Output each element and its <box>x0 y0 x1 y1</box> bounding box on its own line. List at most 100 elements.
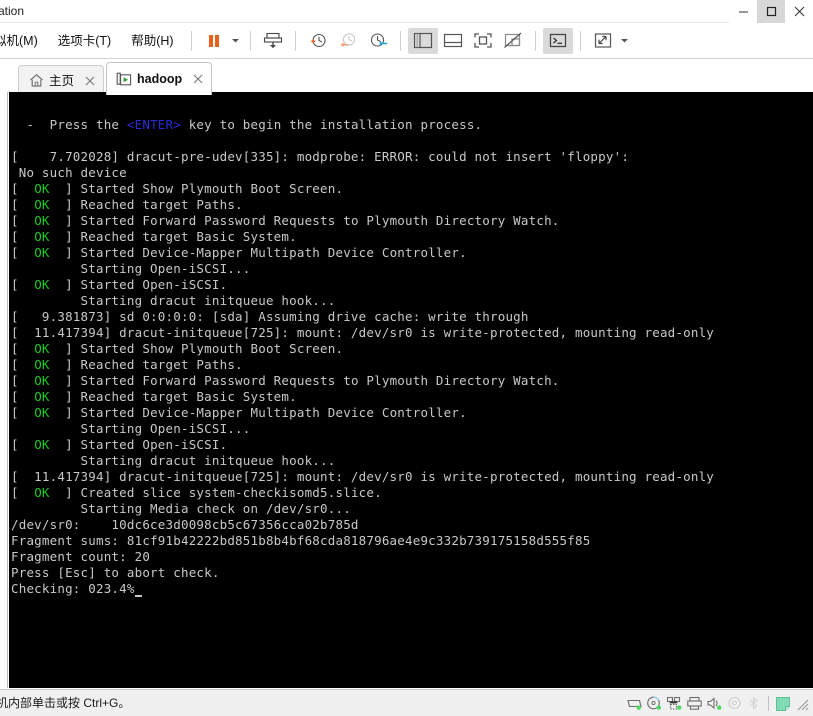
maximize-button[interactable] <box>757 0 785 23</box>
home-icon <box>28 73 44 89</box>
clock-revert-icon <box>340 32 355 47</box>
terminal-line: Starting dracut initqueue hook... <box>11 453 336 468</box>
menu-toolbar: 拟机(M) 选项卡(T) 帮助(H) <box>0 23 813 59</box>
vm-console-area: - Press the <ENTER> key to begin the ins… <box>0 92 813 688</box>
terminal-line: [ 11.417394] dracut-initqueue[725]: moun… <box>11 325 715 340</box>
clock-wrench-icon <box>370 32 387 47</box>
guest-console-terminal[interactable]: - Press the <ENTER> key to begin the ins… <box>9 92 813 688</box>
terminal-line: [ 9.381873] sd 0:0:0:0: [sda] Assuming d… <box>11 309 529 324</box>
toolbar-separator <box>399 30 401 51</box>
vmware-workstation-window: ation 拟机(M) 选项卡(T) 帮助(H) 主页 hadoop - Pre… <box>0 0 813 716</box>
snapshot-take-icon <box>263 32 282 48</box>
terminal-line: Fragment count: 20 <box>11 549 151 564</box>
panel-left-icon <box>413 32 432 49</box>
menu-vm[interactable]: 拟机(M) <box>0 23 48 59</box>
terminal-line: [ OK ] Started Forward Password Requests… <box>11 373 560 388</box>
panel-bottom-icon <box>443 33 462 48</box>
network-adapter-icon[interactable] <box>664 694 684 714</box>
toolbar-separator <box>190 30 192 51</box>
resize-grip-icon[interactable] <box>795 697 809 711</box>
fullscreen-button[interactable] <box>468 28 498 54</box>
toolbar-separator <box>579 30 581 51</box>
printer-icon[interactable] <box>684 694 704 714</box>
manage-snapshots-button[interactable] <box>363 28 393 54</box>
terminal-line: Starting Open-iSCSI... <box>11 421 251 436</box>
terminal-line: No such device <box>11 165 127 180</box>
minimize-button[interactable] <box>729 0 757 23</box>
close-icon[interactable] <box>83 74 96 87</box>
terminal-line: [ OK ] Reached target Basic System. <box>11 229 297 244</box>
terminal-line: [ OK ] Started Open-iSCSI. <box>11 437 228 452</box>
revert-snapshot-button[interactable] <box>333 28 363 54</box>
toolbar-separator <box>249 30 251 51</box>
unity-off-icon <box>503 32 521 48</box>
terminal-line: [ OK ] Started Show Plymouth Boot Screen… <box>11 341 344 356</box>
terminal-cursor <box>134 584 142 597</box>
terminal-line: Press [Esc] to abort check. <box>11 565 220 580</box>
terminal-line: - Press the <ENTER> key to begin the ins… <box>11 117 483 132</box>
terminal-line: [ 11.417394] dracut-initqueue[725]: moun… <box>11 469 715 484</box>
console-button[interactable] <box>542 27 573 54</box>
show-library-button[interactable] <box>407 27 438 54</box>
window-controls <box>729 0 813 23</box>
terminal-line: [ OK ] Reached target Paths. <box>11 197 243 212</box>
chevron-down-icon <box>621 39 629 43</box>
clock-plus-icon <box>310 33 326 47</box>
menu-tabs[interactable]: 选项卡(T) <box>48 23 121 59</box>
terminal-line: /dev/sr0: 10dc6ce3d0098cb5c67356cca02b78… <box>11 517 359 532</box>
tab-hadoop-label: hadoop <box>137 72 183 86</box>
stretch-button[interactable] <box>588 28 618 54</box>
terminal-line: [ 7.702028] dracut-pre-udev[335]: modpro… <box>11 149 630 164</box>
pause-icon <box>208 34 219 47</box>
menu-help[interactable]: 帮助(H) <box>121 23 183 59</box>
fullscreen-icon <box>473 33 492 48</box>
tab-strip: 主页 hadoop <box>0 59 813 95</box>
terminal-line: [ OK ] Created slice system-checkisomd5.… <box>11 485 382 500</box>
hard-disk-icon[interactable] <box>624 694 644 714</box>
status-bar: 机内部单击或按 Ctrl+G。 <box>0 689 813 716</box>
window-title: ation <box>0 3 25 18</box>
cd-dvd-icon[interactable] <box>644 694 664 714</box>
usb-device-icon[interactable] <box>724 694 744 714</box>
chevron-down-icon <box>232 39 240 43</box>
note-icon[interactable] <box>773 694 793 714</box>
menu-items: 拟机(M) 选项卡(T) 帮助(H) <box>0 23 184 59</box>
terminal-line: [ OK ] Reached target Basic System. <box>11 389 297 404</box>
suspend-button[interactable] <box>199 28 229 54</box>
tab-home[interactable]: 主页 <box>18 65 105 95</box>
status-separator <box>768 696 769 711</box>
close-icon[interactable] <box>191 73 204 86</box>
terminal-line: Starting Open-iSCSI... <box>11 261 251 276</box>
terminal-line: [ OK ] Started Device-Mapper Multipath D… <box>11 245 467 260</box>
vm-left-strip <box>0 92 8 688</box>
bluetooth-device-icon[interactable] <box>744 694 764 714</box>
unity-mode-button[interactable] <box>498 28 528 54</box>
show-thumbnail-bar-button[interactable] <box>438 28 468 54</box>
terminal-line: Checking: 023.4% <box>11 581 813 597</box>
terminal-line: Starting Media check on /dev/sr0... <box>11 501 351 516</box>
tab-hadoop[interactable]: hadoop <box>106 62 213 95</box>
close-button[interactable] <box>785 0 813 23</box>
terminal-icon <box>549 33 566 48</box>
expand-arrows-icon <box>594 33 611 48</box>
terminal-line: [ OK ] Started Open-iSCSI. <box>11 277 228 292</box>
snapshot-button[interactable] <box>258 28 288 54</box>
toolbar-separator <box>534 30 536 51</box>
vm-play-icon <box>116 71 132 87</box>
status-device-icons <box>624 690 809 716</box>
snapshot-manager-button[interactable] <box>303 28 333 54</box>
stretch-dropdown[interactable] <box>618 28 632 54</box>
terminal-line: [ OK ] Started Device-Mapper Multipath D… <box>11 405 467 420</box>
terminal-line: [ OK ] Started Forward Password Requests… <box>11 213 560 228</box>
status-hint: 机内部单击或按 Ctrl+G。 <box>0 695 131 710</box>
tab-home-label: 主页 <box>49 73 75 88</box>
toolbar-separator <box>294 30 296 51</box>
sound-card-icon[interactable] <box>704 694 724 714</box>
tab-strip-gap <box>0 59 18 95</box>
suspend-dropdown[interactable] <box>229 28 243 54</box>
terminal-line: [ OK ] Reached target Paths. <box>11 357 243 372</box>
terminal-line: [ OK ] Started Show Plymouth Boot Screen… <box>11 181 344 196</box>
terminal-line: Fragment sums: 81cf91b42222bd851b8b4bf68… <box>11 533 591 548</box>
terminal-line: Starting dracut initqueue hook... <box>11 293 336 308</box>
